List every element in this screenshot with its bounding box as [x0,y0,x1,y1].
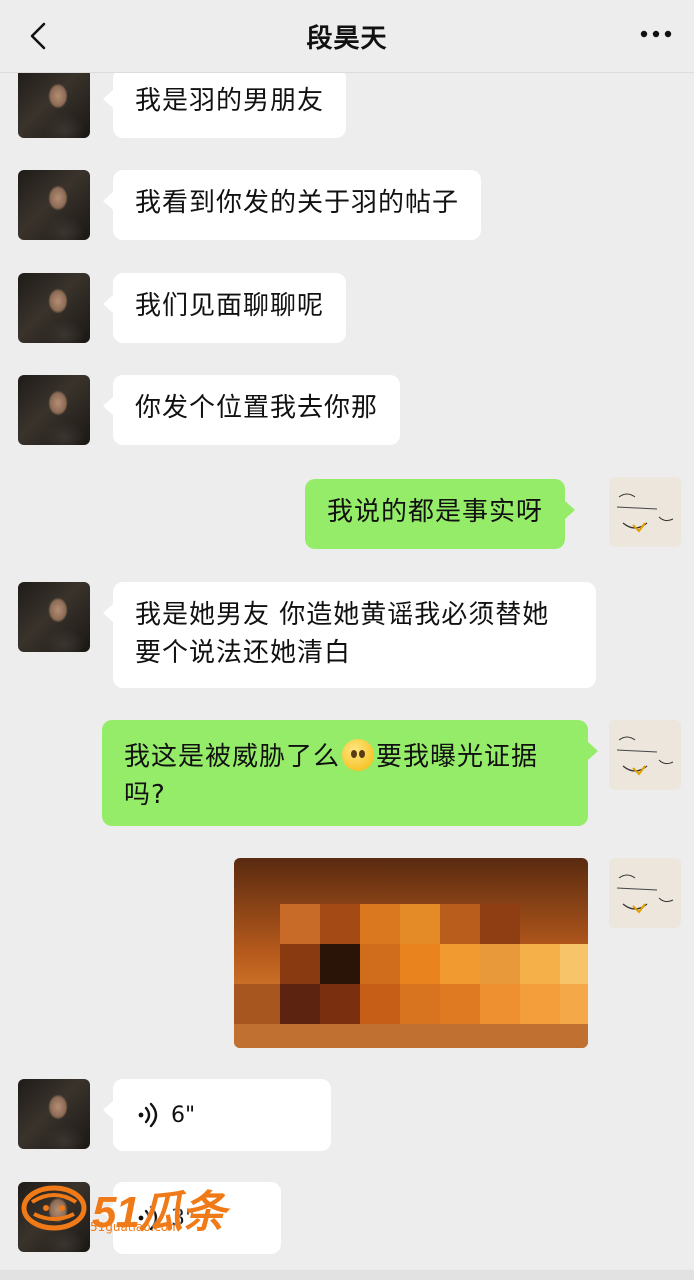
message-text: 我看到你发的关于羽的帖子 [135,188,460,218]
contact-avatar[interactable] [18,170,90,240]
contact-avatar[interactable] [18,68,90,138]
message-bubble-incoming[interactable]: 我是羽的男朋友 [102,68,347,138]
message-text: 我这是被威胁了么 [124,742,341,772]
message-text: 你发个位置我去你那 [135,393,379,423]
chevron-left-icon[interactable] [24,20,52,52]
my-avatar[interactable] [609,858,681,928]
message-text: 我们见面聊聊呢 [135,291,325,321]
message-text-line: 吗? [124,780,166,810]
watermark-logo: 51瓜条 51guatiao.com [20,1176,250,1240]
voice-duration: 6" [171,1102,196,1128]
message-text-line: 我是她男友 你造她黄谣我必须替她 [135,600,550,630]
contact-avatar[interactable] [18,273,90,343]
message-bubble-incoming[interactable]: 我们见面聊聊呢 [102,273,347,343]
chat-header: 段昊天 [0,0,694,73]
sketch-avatar-icon [609,858,681,928]
watermark-melon-icon [21,1185,87,1231]
message-text: 我是羽的男朋友 [135,86,325,116]
voice-wave-icon [138,1102,158,1128]
sketch-avatar-icon [609,720,681,790]
message-bubble-incoming[interactable]: 我是她男友 你造她黄谣我必须替她 要个说法还她清白 [103,582,596,688]
message-bubble-outgoing[interactable]: 我这是被威胁了么 要我曝光证据 吗? [102,720,598,826]
message-text: 要我曝光证据 [376,742,539,772]
contact-avatar[interactable] [18,375,90,445]
watermark-url: 51guatiao.com [90,1220,180,1234]
pleading-face-emoji-icon [342,739,375,771]
more-dots-icon[interactable] [638,20,674,48]
my-avatar[interactable] [609,477,681,547]
bottom-edge [0,1270,694,1280]
contact-avatar[interactable] [18,582,90,652]
message-text: 我说的都是事实呀 [327,497,544,527]
message-bubble-outgoing[interactable]: 我说的都是事实呀 [305,479,576,549]
sketch-avatar-icon [609,477,681,547]
message-bubble-incoming[interactable]: 我看到你发的关于羽的帖子 [102,170,482,240]
message-text-line: 要个说法还她清白 [135,638,352,668]
chat-title: 段昊天 [306,23,388,54]
message-bubble-incoming[interactable]: 你发个位置我去你那 [102,375,401,445]
pixelated-photo-message[interactable] [234,858,588,1048]
my-avatar[interactable] [609,720,681,790]
contact-avatar[interactable] [18,1079,90,1149]
voice-message[interactable]: 6" [103,1079,331,1151]
